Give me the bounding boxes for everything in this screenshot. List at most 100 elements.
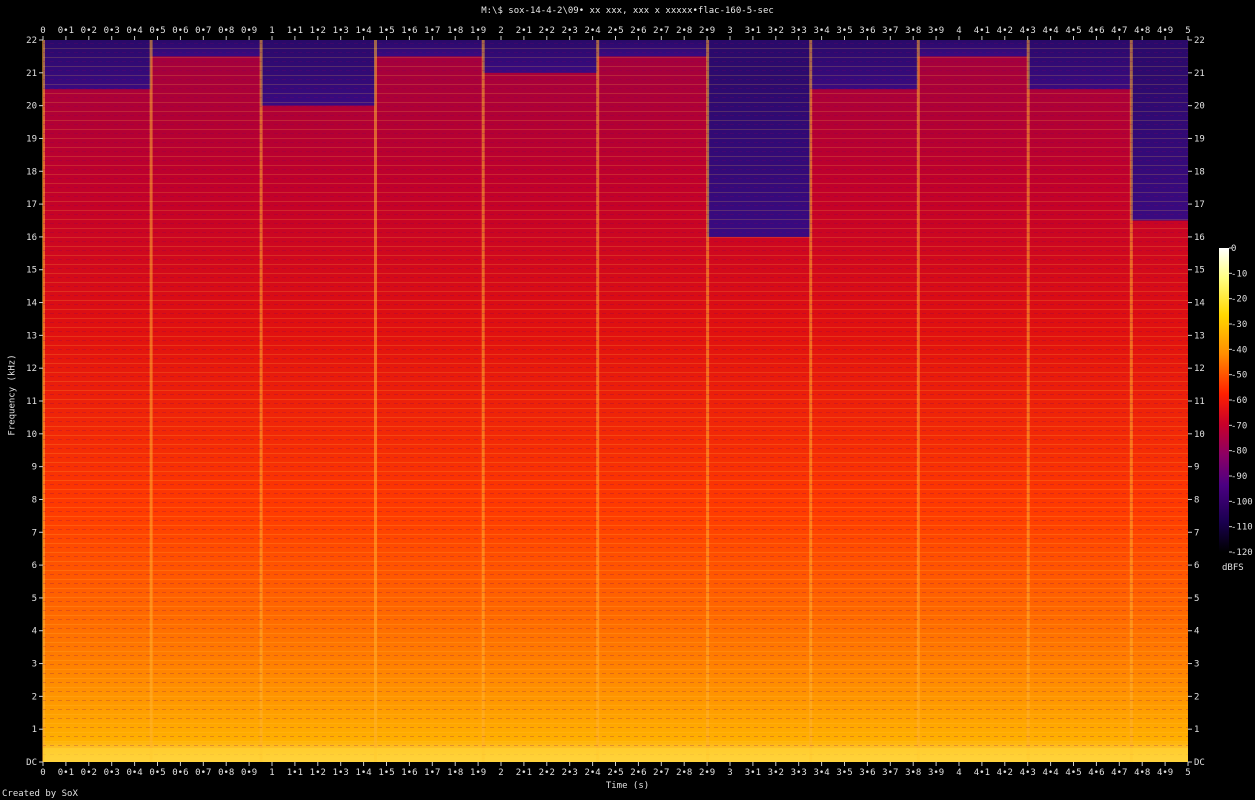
x-tick-top-label: 0•2	[81, 26, 97, 36]
y-tick-left-label: 14	[26, 299, 37, 309]
y-tick-left-label: 8	[32, 495, 37, 505]
x-tick-bottom-label: 0•6	[172, 768, 188, 778]
harmonic-texture	[43, 40, 1188, 762]
x-tick-top-label: 3•4	[813, 26, 829, 36]
y-tick-right-label: 16	[1194, 233, 1205, 243]
x-tick-top-label: 3•2	[768, 26, 784, 36]
x-tick-bottom-label: 1•2	[310, 768, 326, 778]
x-tick-bottom-label: 0•7	[195, 768, 211, 778]
x-tick-top-label: 1•7	[424, 26, 440, 36]
y-tick-right-label: 7	[1194, 528, 1199, 538]
x-tick-top-label: 3•5	[836, 26, 852, 36]
x-tick-top-label: 1•1	[287, 26, 303, 36]
x-tick-top-label: 3	[727, 26, 732, 36]
y-tick-right-label: 11	[1194, 397, 1205, 407]
x-tick-bottom-label: 2•1	[516, 768, 532, 778]
y-tick-left-label: 12	[26, 364, 37, 374]
y-tick-right-label: 13	[1194, 331, 1205, 341]
chart-svg: 0 0•1 0•2 0•3 0•4 0•5 0•6 0•7 0•8 0•9 1 1•1 1•2 1•3 1•…	[26, 26, 1253, 778]
y-tick-right-label: 5	[1194, 594, 1199, 604]
y-tick-right-label: 9	[1194, 463, 1199, 473]
y-tick-left-label: 17	[26, 200, 37, 210]
y-tick-left-label: 7	[32, 528, 37, 538]
x-tick-top-label: 4•3	[1020, 26, 1036, 36]
colorbar-tick-label: -120	[1231, 548, 1253, 558]
y-tick-right-label: 19	[1194, 134, 1205, 144]
x-tick-bottom-label: 3•4	[813, 768, 829, 778]
x-tick-top-label: 4•1	[974, 26, 990, 36]
x-tick-bottom-label: 3•1	[745, 768, 761, 778]
x-tick-top-label: 1•5	[378, 26, 394, 36]
x-tick-top-label: 1•4	[355, 26, 371, 36]
y-tick-left-label: 1	[32, 725, 37, 735]
x-tick-bottom-label: 1	[269, 768, 274, 778]
y-tick-right-label: 4	[1194, 627, 1199, 637]
x-tick-top-label: 4•9	[1157, 26, 1173, 36]
x-tick-top-label: 4•8	[1134, 26, 1150, 36]
x-tick-top-label: 0•4	[126, 26, 142, 36]
x-tick-bottom-label: 1•3	[333, 768, 349, 778]
x-tick-top-label: 2•2	[539, 26, 555, 36]
x-tick-top-label: 3•9	[928, 26, 944, 36]
x-ticks-bottom: 0 0•1 0•2 0•3 0•4 0•5 0•6 0•7 0•8 0•9 1 1•1 1•2 1•3 1•…	[40, 762, 1191, 778]
x-tick-top-label: 0•5	[149, 26, 165, 36]
y-tick-right-label: 2	[1194, 692, 1199, 702]
x-tick-bottom-label: 0•3	[104, 768, 120, 778]
colorbar-tick-label: -110	[1231, 523, 1253, 533]
x-tick-top-label: 0•9	[241, 26, 257, 36]
x-tick-bottom-label: 3•9	[928, 768, 944, 778]
x-tick-bottom-label: 2	[498, 768, 503, 778]
colorbar-tick-label: -30	[1231, 320, 1247, 330]
x-tick-bottom-label: 4•3	[1020, 768, 1036, 778]
x-tick-top-label: 3•7	[882, 26, 898, 36]
x-tick-bottom-label: 2•2	[539, 768, 555, 778]
x-tick-bottom-label: 0•2	[81, 768, 97, 778]
credit-text: Created by SoX	[2, 789, 78, 799]
colorbar-tick-label: -100	[1231, 497, 1253, 507]
x-tick-top-label: 2•6	[630, 26, 646, 36]
x-tick-bottom-label: 4•4	[1042, 768, 1058, 778]
y-tick-right-label: 15	[1194, 266, 1205, 276]
x-tick-top-label: 0•1	[58, 26, 74, 36]
x-tick-top-label: 3•6	[859, 26, 875, 36]
x-tick-bottom-label: 2•9	[699, 768, 715, 778]
y-tick-left-label: 15	[26, 266, 37, 276]
x-tick-bottom-label: 0	[40, 768, 45, 778]
x-tick-top-label: 2•1	[516, 26, 532, 36]
x-tick-bottom-label: 2•3	[562, 768, 578, 778]
x-tick-top-label: 3•3	[791, 26, 807, 36]
colorbar-tick-label: -50	[1231, 371, 1247, 381]
colorbar-ticks: 0 -10 -20 -30 -40 -50 -60 -70 -80 -90 -100 -110 -120	[1229, 244, 1253, 558]
x-tick-bottom-label: 3•3	[791, 768, 807, 778]
y-tick-right-label: 12	[1194, 364, 1205, 374]
x-tick-bottom-label: 3•2	[768, 768, 784, 778]
x-tick-top-label: 0	[40, 26, 45, 36]
spectrogram-figure: M:\$ sox-14-4-2\09• xx xxx, xxx x xxxxx•…	[0, 0, 1255, 800]
x-tick-bottom-label: 1•8	[447, 768, 463, 778]
y-tick-right-label: 17	[1194, 200, 1205, 210]
x-tick-bottom-label: 0•1	[58, 768, 74, 778]
y-tick-left-label: 3	[32, 660, 37, 670]
y-tick-right-label: DC	[1194, 758, 1205, 768]
x-tick-top-label: 1•3	[333, 26, 349, 36]
x-tick-bottom-label: 0•9	[241, 768, 257, 778]
colorbar-tick-label: -90	[1231, 472, 1247, 482]
x-tick-bottom-label: 1•4	[355, 768, 371, 778]
x-tick-top-label: 1•6	[401, 26, 417, 36]
y-tick-left-label: 9	[32, 463, 37, 473]
x-tick-bottom-label: 5	[1185, 768, 1190, 778]
y-tick-left-label: 4	[32, 627, 37, 637]
y-ticks-left: DC12345678910111213141516171819202122	[26, 36, 43, 768]
x-tick-bottom-label: 1•1	[287, 768, 303, 778]
x-tick-bottom-label: 3•5	[836, 768, 852, 778]
y-tick-right-label: 1	[1194, 725, 1199, 735]
x-tick-bottom-label: 4•5	[1065, 768, 1081, 778]
y-tick-left-label: 5	[32, 594, 37, 604]
y-ticks-right: DC12345678910111213141516171819202122	[1188, 36, 1205, 768]
x-tick-top-label: 2	[498, 26, 503, 36]
y-tick-left-label: 22	[26, 36, 37, 46]
x-tick-bottom-label: 1•7	[424, 768, 440, 778]
x-tick-bottom-label: 1•9	[470, 768, 486, 778]
x-tick-top-label: 2•8	[676, 26, 692, 36]
colorbar-tick-label: 0	[1231, 244, 1236, 254]
